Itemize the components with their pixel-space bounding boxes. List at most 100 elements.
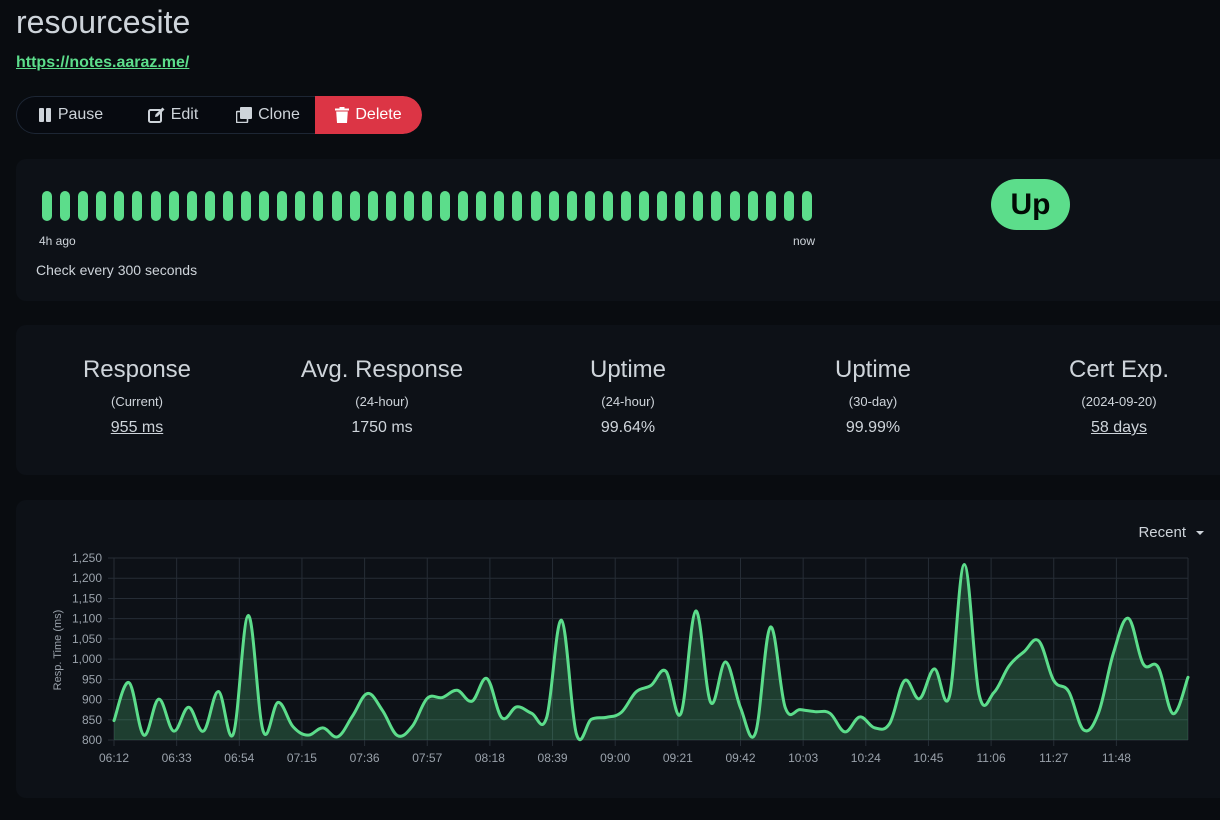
chart-card: Recent 800 850 900 950 1,000 1,050 1,100 1,150 1… — [16, 500, 1220, 798]
heartbeat-beat[interactable] — [222, 191, 233, 221]
heartbeat-beat[interactable] — [602, 191, 613, 221]
edit-label: Edit — [170, 106, 199, 123]
x-tick-label: 10:24 — [851, 751, 881, 765]
x-tick-label: 08:18 — [475, 751, 505, 765]
stat-cert-exp: Cert Exp. (2024-09-20) 58 days — [1009, 355, 1220, 437]
heartbeat-beat[interactable] — [765, 191, 776, 221]
heartbeat-beat[interactable] — [548, 191, 559, 221]
clone-icon — [236, 107, 253, 123]
heartbeat-beat[interactable] — [711, 191, 722, 221]
stat-title: Uptime — [589, 356, 667, 383]
heartbeat-beat[interactable] — [168, 191, 179, 221]
heartbeat-beat[interactable] — [584, 191, 595, 221]
heartbeat-beat[interactable] — [186, 191, 197, 221]
heartbeat-beat[interactable] — [675, 191, 686, 221]
heartbeat-beat[interactable] — [494, 191, 505, 221]
monitor-url-link[interactable]: https://notes.aaraz.me/ — [16, 54, 189, 72]
pause-icon — [38, 108, 51, 122]
heartbeat-beat[interactable] — [331, 191, 342, 221]
heartbeat-beat[interactable] — [747, 191, 758, 221]
heartbeat-beat[interactable] — [566, 191, 577, 221]
heartbeat-beat[interactable] — [639, 191, 650, 221]
heartbeat-beat[interactable] — [78, 191, 89, 221]
heartbeat-beat[interactable] — [421, 191, 432, 221]
delete-button[interactable]: Delete — [315, 96, 422, 134]
heartbeat-beat[interactable] — [313, 191, 324, 221]
heartbeat-beat[interactable] — [729, 191, 740, 221]
x-tick-label: 07:57 — [412, 751, 442, 765]
x-tick-label: 11:48 — [1102, 751, 1131, 765]
edit-button[interactable]: Edit — [125, 96, 221, 134]
heartbeat-beat[interactable] — [367, 191, 378, 221]
heartbeat-beat[interactable] — [440, 191, 451, 221]
edit-icon — [147, 107, 165, 123]
stat-avg-response: Avg. Response (24-hour) 1750 ms — [272, 355, 492, 437]
y-tick-label: 1,000 — [72, 652, 102, 666]
heartbeat-beat[interactable] — [150, 191, 161, 221]
page-title: resourcesite — [16, 4, 191, 40]
heartbeat-beat[interactable] — [458, 191, 469, 221]
heartbeat-beat[interactable] — [295, 191, 306, 221]
heartbeat-beat[interactable] — [693, 191, 704, 221]
x-tick-label: 10:03 — [788, 751, 818, 765]
stat-uptime-30d: Uptime (30-day) 99.99% — [763, 355, 983, 437]
stat-title: Uptime — [834, 356, 912, 383]
x-tick-label: 06:54 — [224, 751, 254, 765]
heartbeat-beat[interactable] — [512, 191, 523, 221]
stat-subtitle: (24-hour) — [355, 394, 409, 409]
heartbeat-beat[interactable] — [259, 191, 270, 221]
heartbeat-beat[interactable] — [132, 191, 143, 221]
y-axis-ticks: 800 850 900 950 1,000 1,050 1,100 1,150 1,200 1,2… — [72, 551, 102, 747]
y-tick-label: 800 — [82, 733, 102, 747]
heartbeat-beat[interactable] — [783, 191, 794, 221]
heartbeat-beat[interactable] — [277, 191, 288, 221]
pause-button[interactable]: Pause — [16, 96, 125, 134]
heartbeat-beat[interactable] — [476, 191, 487, 221]
series-area — [114, 564, 1188, 740]
clone-label: Clone — [258, 106, 300, 123]
heartbeat-beat[interactable] — [60, 191, 71, 221]
trash-icon — [335, 107, 350, 123]
stat-subtitle: (Current) — [110, 394, 163, 409]
heartbeat-beat[interactable] — [385, 191, 396, 221]
y-tick-label: 1,100 — [72, 612, 102, 626]
x-tick-label: 10:45 — [913, 751, 943, 765]
heartbeat-beat[interactable] — [42, 191, 52, 221]
heartbeat-beat[interactable] — [114, 191, 125, 221]
heartbeat-bar — [42, 191, 820, 221]
y-tick-label: 850 — [82, 713, 102, 727]
y-tick-label: 1,050 — [72, 632, 102, 646]
monitor-actions-toolbar: Pause Edit Clone Delete — [16, 96, 422, 134]
heartbeat-beat[interactable] — [530, 191, 541, 221]
stat-value-link[interactable]: 58 days — [1009, 419, 1220, 437]
heartbeat-beat[interactable] — [241, 191, 252, 221]
response-time-chart: 800 850 900 950 1,000 1,050 1,100 1,150 1,200 1,2… — [52, 551, 1190, 765]
clone-button[interactable]: Clone — [221, 96, 315, 134]
heartbeat-beat[interactable] — [657, 191, 668, 221]
heartbeat-beat[interactable] — [801, 191, 812, 221]
x-tick-label: 08:39 — [538, 751, 568, 765]
stats-card: Response (Current) 955 ms Avg. Response … — [16, 325, 1220, 475]
y-axis-label: Resp. Time (ms) — [52, 610, 64, 691]
x-tick-label: 09:21 — [663, 751, 693, 765]
stat-title: Response — [82, 356, 192, 383]
check-interval-text: Check every 300 seconds — [36, 262, 198, 278]
heartbeat-start-label: 4h ago — [39, 234, 76, 248]
y-tick-label: 1,250 — [72, 551, 102, 565]
stat-value: 1750 ms — [351, 419, 413, 436]
y-tick-label: 950 — [82, 672, 102, 686]
heartbeat-beat[interactable] — [204, 191, 215, 221]
heartbeat-beat[interactable] — [96, 191, 107, 221]
x-tick-label: 07:36 — [350, 751, 380, 765]
x-tick-label: 11:06 — [977, 751, 1006, 765]
stat-value-link[interactable]: 955 ms — [27, 419, 247, 437]
heartbeat-beat[interactable] — [403, 191, 414, 221]
y-tick-label: 1,150 — [72, 591, 102, 605]
x-tick-label: 09:00 — [600, 751, 630, 765]
pause-label: Pause — [57, 106, 104, 123]
heartbeat-beat[interactable] — [349, 191, 360, 221]
heartbeat-beat[interactable] — [621, 191, 631, 221]
stat-subtitle: (2024-09-20) — [1081, 394, 1157, 409]
y-tick-label: 1,200 — [72, 571, 102, 585]
status-badge: Up — [991, 179, 1070, 230]
